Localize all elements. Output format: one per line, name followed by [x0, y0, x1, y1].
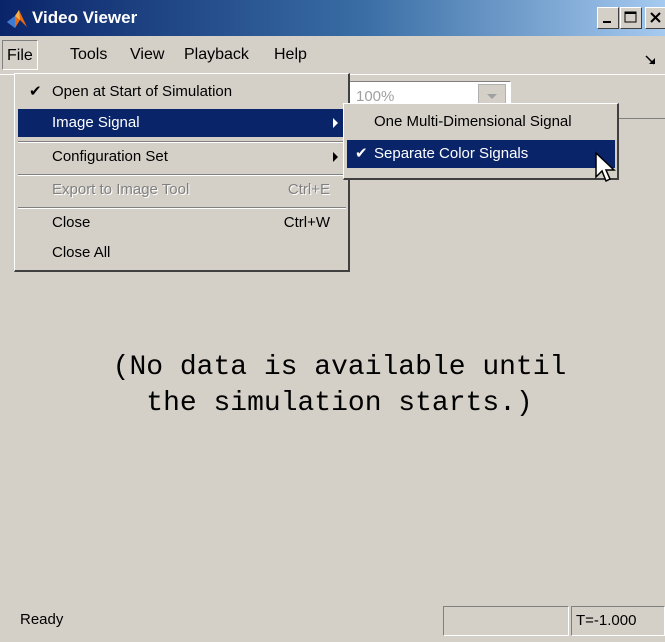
matlab-logo-icon [7, 10, 27, 28]
submenu-arrow-icon [333, 118, 338, 128]
menu-bar: File Tools View Playback Help [0, 37, 665, 73]
menu-item-export-to-image-tool: Export to Image Tool Ctrl+E [18, 176, 346, 204]
maximize-icon [624, 11, 637, 23]
menu-item-label: Close [52, 214, 91, 231]
time-readout: T=-1.000 [571, 606, 665, 636]
menu-item-label: Image Signal [52, 114, 140, 131]
title-bar[interactable]: Video Viewer [0, 0, 665, 36]
menu-file[interactable]: File [2, 40, 38, 70]
menu-item-open-at-start[interactable]: ✔ Open at Start of Simulation [18, 78, 346, 106]
check-icon: ✔ [29, 83, 42, 100]
accelerator-text: Ctrl+W [283, 214, 330, 231]
menu-item-label: One Multi-Dimensional Signal [374, 113, 572, 130]
menu-help[interactable]: Help [270, 40, 311, 70]
menu-view[interactable]: View [126, 40, 168, 70]
status-text: Ready [20, 611, 64, 628]
status-field-empty [443, 606, 569, 636]
video-viewer-window: Video Viewer File Tools View Playback He… [0, 0, 665, 642]
no-data-message: (No data is available until the simulati… [14, 350, 665, 422]
menu-tools[interactable]: Tools [66, 40, 111, 70]
toolbar-panel [613, 118, 665, 156]
close-icon [650, 12, 661, 23]
menu-item-one-multidimensional-signal[interactable]: One Multi-Dimensional Signal [347, 108, 615, 136]
no-data-line-1: (No data is available until [112, 352, 567, 383]
minimize-icon [603, 21, 611, 23]
submenu-arrow-icon [333, 152, 338, 162]
maximize-button[interactable] [620, 7, 642, 29]
image-signal-submenu: One Multi-Dimensional Signal ✔ Separate … [343, 103, 619, 180]
menu-item-label: Close All [52, 244, 111, 261]
accelerator-text: Ctrl+E [287, 181, 330, 198]
check-icon: ✔ [355, 145, 368, 162]
menu-item-separate-color-signals[interactable]: ✔ Separate Color Signals [347, 140, 615, 168]
menu-item-close[interactable]: Close Ctrl+W [18, 209, 346, 237]
menu-playback[interactable]: Playback [180, 40, 253, 70]
menu-item-close-all[interactable]: Close All [18, 239, 346, 267]
menu-item-label: Open at Start of Simulation [52, 83, 233, 100]
menu-item-image-signal[interactable]: Image Signal [18, 109, 346, 137]
close-window-button[interactable] [645, 7, 665, 29]
menu-item-label: Export to Image Tool [52, 181, 190, 198]
menu-item-label: Separate Color Signals [374, 145, 529, 162]
no-data-line-2: the simulation starts.) [146, 388, 533, 419]
dock-arrow-icon[interactable] [644, 53, 658, 67]
window-title: Video Viewer [32, 8, 138, 27]
file-menu-dropdown: ✔ Open at Start of Simulation Image Sign… [14, 73, 350, 272]
mouse-pointer-icon [595, 151, 616, 183]
menu-item-label: Configuration Set [52, 148, 168, 165]
menu-item-configuration-set[interactable]: Configuration Set [18, 143, 346, 171]
minimize-button[interactable] [597, 7, 619, 29]
